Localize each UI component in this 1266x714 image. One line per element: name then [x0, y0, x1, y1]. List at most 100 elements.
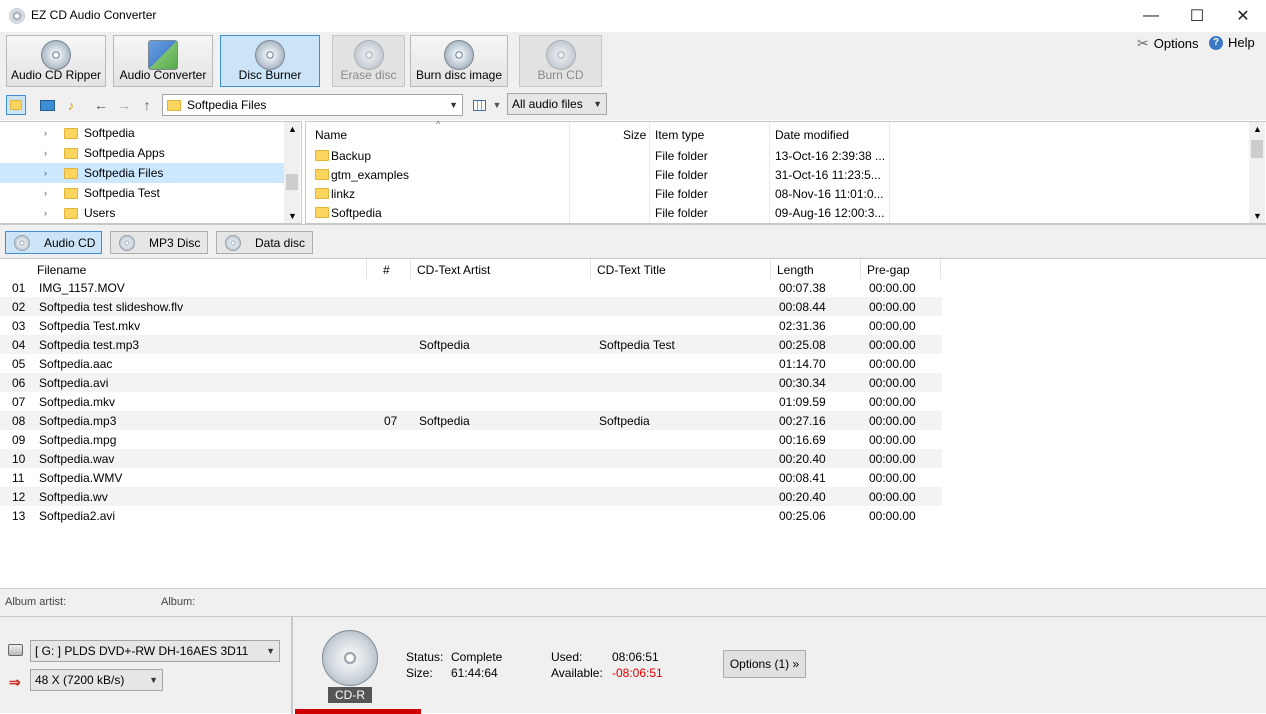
file-row[interactable]: linkz File folder 08-Nov-16 11:01:0... [306, 185, 1246, 204]
track-row[interactable]: 04 Softpedia test.mp3 Softpedia Softpedia T… [0, 335, 942, 354]
track-row[interactable]: 03 Softpedia Test.mkv 02:31.36 00:00.00 [0, 316, 942, 335]
track-length: 00:20.40 [779, 452, 826, 466]
tab-mp3-disc[interactable]: MP3 Disc [110, 231, 208, 254]
bottom-panel: Album artist: Album: [ G: ] PLDS DVD+-RW… [0, 588, 1266, 714]
track-row[interactable]: 01 IMG_1157.MOV 00:07.38 00:00.00 [0, 278, 942, 297]
track-row[interactable]: 11 Softpedia.WMV 00:08.41 00:00.00 [0, 468, 942, 487]
column-header-pregap[interactable]: Pre-gap [867, 263, 910, 277]
file-row[interactable]: Softpedia File folder 09-Aug-16 12:00:3... [306, 204, 1246, 223]
burn-cd-label: Burn CD [537, 68, 584, 82]
ribbon: Audio CD Ripper Audio Converter Disc Bur… [0, 32, 1266, 90]
track-filename: Softpedia.mp3 [39, 414, 117, 428]
track-filename: IMG_1157.MOV [39, 281, 125, 295]
audio-converter-button[interactable]: Audio Converter [113, 35, 213, 87]
tree-item-softpedia-test[interactable]: › Softpedia Test [0, 183, 284, 203]
file-row[interactable]: Backup File folder 13-Oct-16 2:39:38 ... [306, 147, 1246, 166]
track-row[interactable]: 02 Softpedia test slideshow.flv 00:08.44 00… [0, 297, 942, 316]
speed-select[interactable]: 48 X (7200 kB/s) ▼ [30, 669, 163, 691]
computer-icon[interactable] [37, 95, 57, 115]
scroll-up-icon[interactable]: ▲ [1253, 124, 1262, 134]
audio-cd-ripper-button[interactable]: Audio CD Ripper [6, 35, 106, 87]
scroll-down-icon[interactable]: ▼ [288, 211, 297, 221]
track-filename: Softpedia Test.mkv [39, 319, 141, 333]
track-length: 00:30.34 [779, 376, 826, 390]
options-menu[interactable]: ✂ Options [1137, 35, 1199, 52]
folder-icon [64, 167, 78, 179]
help-menu[interactable]: ? Help [1209, 35, 1255, 50]
track-index: 05 [12, 357, 26, 371]
column-header-title[interactable]: CD-Text Title [597, 263, 666, 277]
track-filename: Softpedia.mpg [39, 433, 117, 447]
tree-item-softpedia-files[interactable]: › Softpedia Files [0, 163, 284, 183]
home-folder-icon[interactable] [6, 95, 26, 115]
track-row[interactable]: 06 Softpedia.avi 00:30.34 00:00.00 [0, 373, 942, 392]
erase-disc-button[interactable]: Erase disc [332, 35, 405, 87]
track-row[interactable]: 07 Softpedia.mkv 01:09.59 00:00.00 [0, 392, 942, 411]
track-index: 13 [12, 509, 26, 523]
cd-icon [119, 234, 135, 251]
track-artist: Softpedia [419, 414, 470, 428]
tree-item-softpedia-apps[interactable]: › Softpedia Apps [0, 143, 284, 163]
file-row[interactable]: gtm_examples File folder 31-Oct-16 11:23:5… [306, 166, 1246, 185]
burn-disc-image-button[interactable]: Burn disc image [410, 35, 508, 87]
column-header-date[interactable]: Date modified [775, 128, 849, 142]
file-type: File folder [655, 187, 708, 201]
view-grid-icon[interactable] [469, 95, 489, 115]
column-header-filename[interactable]: Filename [37, 263, 86, 277]
tree-item-softpedia[interactable]: › Softpedia [0, 123, 284, 143]
track-index: 07 [12, 395, 26, 409]
track-row[interactable]: 13 Softpedia2.avi 00:25.06 00:00.00 [0, 506, 942, 525]
track-row[interactable]: 10 Softpedia.wav 00:20.40 00:00.00 [0, 449, 942, 468]
tab-data-disc[interactable]: Data disc [216, 231, 313, 254]
track-index: 01 [12, 281, 26, 295]
scroll-thumb[interactable] [286, 174, 298, 190]
file-date: 13-Oct-16 2:39:38 ... [775, 149, 886, 163]
scroll-down-icon[interactable]: ▼ [1253, 211, 1262, 221]
disc-options-button[interactable]: Options (1) » [723, 650, 806, 678]
size-value: 61:44:64 [451, 666, 498, 680]
track-row[interactable]: 08 Softpedia.mp3 07 Softpedia Softpedia 00:27… [0, 411, 942, 430]
up-icon[interactable]: ↑ [137, 95, 157, 115]
tree-item-users[interactable]: › Users [0, 203, 284, 223]
drive-select[interactable]: [ G: ] PLDS DVD+-RW DH-16AES 3D11 ▼ [30, 640, 280, 662]
track-row[interactable]: 09 Softpedia.mpg 00:16.69 00:00.00 [0, 430, 942, 449]
track-number: 07 [384, 414, 398, 428]
column-header-length[interactable]: Length [777, 263, 814, 277]
drive-text: [ G: ] PLDS DVD+-RW DH-16AES 3D11 [35, 644, 249, 658]
track-title: Softpedia Test [599, 338, 675, 352]
track-length: 00:16.69 [779, 433, 826, 447]
minimize-button[interactable]: — [1128, 0, 1174, 31]
options-label: Options [1153, 36, 1199, 51]
burn-cd-button[interactable]: Burn CD [519, 35, 602, 87]
forward-icon[interactable]: → [114, 95, 134, 115]
column-header-name[interactable]: Name [315, 128, 347, 142]
track-length: 02:31.36 [779, 319, 826, 333]
tree-item-label: Softpedia Files [84, 166, 164, 180]
burn-cd-icon [545, 40, 576, 70]
track-filename: Softpedia2.avi [39, 509, 116, 523]
scroll-up-icon[interactable]: ▲ [288, 124, 297, 134]
column-header-type[interactable]: Item type [655, 128, 704, 142]
track-length: 00:20.40 [779, 490, 826, 504]
column-header-size[interactable]: Size [623, 128, 646, 142]
disc-burner-button[interactable]: Disc Burner [220, 35, 320, 87]
tab-audio-cd[interactable]: Audio CD [5, 231, 102, 254]
column-header-artist[interactable]: CD-Text Artist [417, 263, 490, 277]
track-row[interactable]: 12 Softpedia.wv 00:20.40 00:00.00 [0, 487, 942, 506]
tab-label: Data disc [255, 235, 306, 250]
file-list-scrollbar[interactable]: ▲ ▼ [1249, 122, 1265, 223]
music-folder-icon[interactable]: ♪ [61, 95, 81, 115]
file-filter-select[interactable]: All audio files ▼ [507, 93, 607, 115]
tree-scrollbar[interactable]: ▲ ▼ [284, 122, 300, 223]
help-label: Help [1228, 35, 1255, 50]
back-icon[interactable]: ← [91, 95, 111, 115]
maximize-button[interactable]: ☐ [1174, 0, 1220, 31]
close-button[interactable]: ✕ [1220, 0, 1266, 31]
view-dropdown-icon[interactable]: ▼ [487, 95, 507, 115]
path-combobox[interactable]: Softpedia Files ▼ [162, 94, 463, 116]
track-row[interactable]: 05 Softpedia.aac 01:14.70 00:00.00 [0, 354, 942, 373]
column-header-number[interactable]: # [383, 263, 390, 277]
path-folder-icon [167, 99, 181, 111]
app-disc-icon [9, 8, 25, 24]
scroll-thumb[interactable] [1251, 140, 1263, 158]
